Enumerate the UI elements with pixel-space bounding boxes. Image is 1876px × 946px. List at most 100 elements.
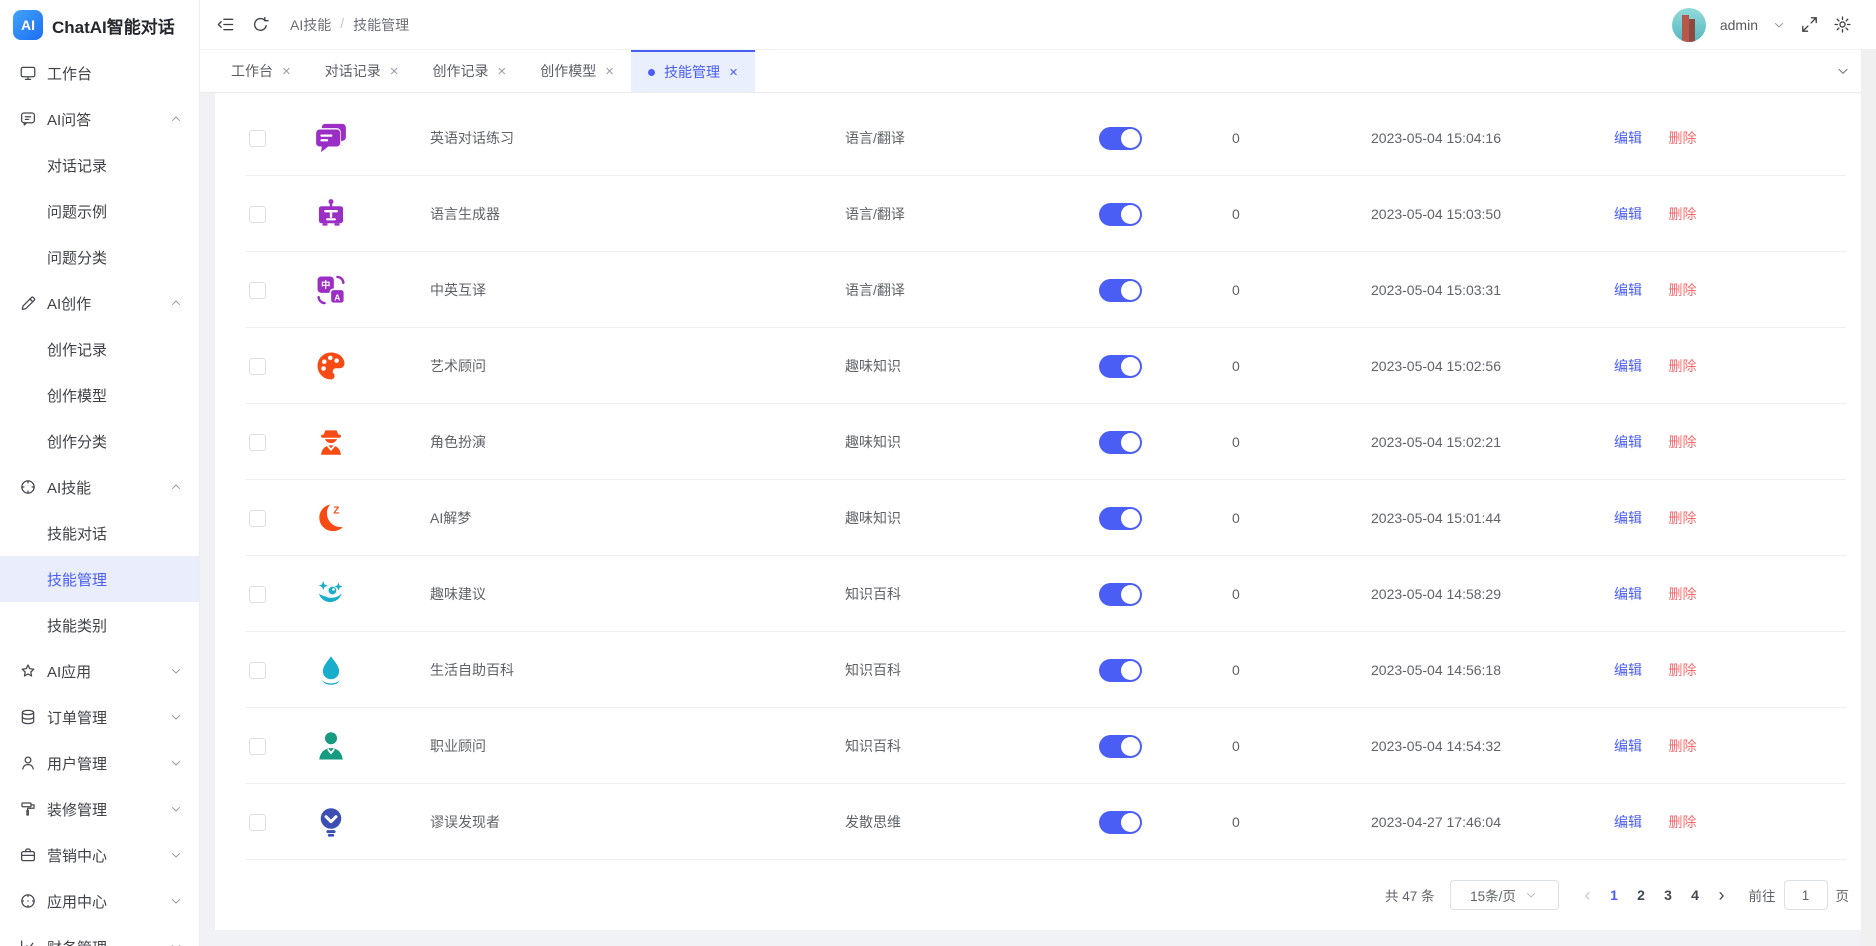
delete-link[interactable]: 删除 <box>1668 130 1696 146</box>
status-toggle[interactable] <box>1099 811 1142 834</box>
status-toggle[interactable] <box>1099 203 1142 226</box>
tab[interactable]: 创作模型 × <box>523 50 631 92</box>
prev-page-button[interactable]: ‹ <box>1575 886 1601 904</box>
sidebar-item[interactable]: 问题示例 <box>0 188 199 234</box>
row-checkbox[interactable] <box>249 282 266 299</box>
sidebar-item[interactable]: 应用中心 <box>0 878 199 924</box>
delete-link[interactable]: 删除 <box>1668 358 1696 374</box>
page-jump-input[interactable] <box>1784 880 1828 910</box>
tab-label: 工作台 <box>231 61 273 81</box>
status-toggle[interactable] <box>1099 431 1142 454</box>
moon-z-icon: Z <box>314 501 348 535</box>
delete-link[interactable]: 删除 <box>1668 586 1696 602</box>
row-checkbox[interactable] <box>249 206 266 223</box>
page-size-select[interactable]: 15条/页 <box>1450 880 1559 910</box>
row-checkbox[interactable] <box>249 434 266 451</box>
sidebar-nav: 工作台 AI问答 对话记录 问题示例 <box>0 50 199 946</box>
page-number[interactable]: 4 <box>1682 887 1709 903</box>
sidebar-item[interactable]: 技能对话 <box>0 510 199 556</box>
page-number[interactable]: 2 <box>1628 887 1655 903</box>
edit-link[interactable]: 编辑 <box>1614 738 1642 754</box>
tab-close-icon[interactable]: × <box>729 65 738 80</box>
edit-link[interactable]: 编辑 <box>1614 434 1642 450</box>
row-checkbox[interactable] <box>249 358 266 375</box>
delete-link[interactable]: 删除 <box>1668 510 1696 526</box>
status-toggle[interactable] <box>1099 279 1142 302</box>
refresh-icon[interactable] <box>251 15 270 34</box>
tab-close-icon[interactable]: × <box>498 64 507 79</box>
main-area: AI技能 / 技能管理 admin 工作台 × <box>200 0 1876 946</box>
consultant-icon <box>314 729 348 763</box>
sidebar-item[interactable]: 创作分类 <box>0 418 199 464</box>
status-toggle[interactable] <box>1099 583 1142 606</box>
tab[interactable]: 对话记录 × <box>308 50 416 92</box>
sidebar-item[interactable]: 装修管理 <box>0 786 199 832</box>
edit-link[interactable]: 编辑 <box>1614 510 1642 526</box>
user-person-icon <box>19 754 37 772</box>
sidebar-item[interactable]: AI问答 <box>0 96 199 142</box>
edit-link[interactable]: 编辑 <box>1614 586 1642 602</box>
row-checkbox[interactable] <box>249 586 266 603</box>
icon_chevron_down-icon[interactable] <box>1772 18 1786 32</box>
status-toggle[interactable] <box>1099 507 1142 530</box>
gear-icon[interactable] <box>1833 15 1852 34</box>
sidebar-item[interactable]: AI应用 <box>0 648 199 694</box>
status-toggle[interactable] <box>1099 355 1142 378</box>
skill-name: 中英互译 <box>430 280 845 300</box>
username[interactable]: admin <box>1720 17 1758 33</box>
tab-close-icon[interactable]: × <box>282 64 291 79</box>
status-toggle[interactable] <box>1099 735 1142 758</box>
edit-link[interactable]: 编辑 <box>1614 358 1642 374</box>
page-number[interactable]: 3 <box>1655 887 1682 903</box>
page-numbers: 1 2 3 4 <box>1601 887 1709 903</box>
row-checkbox[interactable] <box>249 510 266 527</box>
tab[interactable]: 创作记录 × <box>416 50 524 92</box>
skill-name: AI解梦 <box>430 508 845 528</box>
fullscreen-icon[interactable] <box>1800 15 1819 34</box>
avatar[interactable] <box>1672 8 1706 42</box>
edit-link[interactable]: 编辑 <box>1614 814 1642 830</box>
next-page-button[interactable]: › <box>1709 886 1735 904</box>
row-checkbox[interactable] <box>249 662 266 679</box>
delete-link[interactable]: 删除 <box>1668 662 1696 678</box>
sidebar-item[interactable]: 对话记录 <box>0 142 199 188</box>
sidebar-item[interactable]: 技能管理 <box>0 556 199 602</box>
page-number[interactable]: 1 <box>1601 887 1628 903</box>
sidebar-item[interactable]: 财务管理 <box>0 924 199 946</box>
sidebar-item[interactable]: 营销中心 <box>0 832 199 878</box>
pagination-bar: 共 47 条 15条/页 ‹ 1 2 3 <box>215 860 1861 930</box>
status-toggle[interactable] <box>1099 659 1142 682</box>
scrollbar[interactable] <box>1861 50 1876 946</box>
sidebar-item-label: 财务管理 <box>47 937 169 946</box>
skill-name: 艺术顾问 <box>430 356 845 376</box>
breadcrumb-section[interactable]: AI技能 <box>290 15 331 35</box>
sidebar-item[interactable]: AI创作 <box>0 280 199 326</box>
edit-link[interactable]: 编辑 <box>1614 662 1642 678</box>
delete-link[interactable]: 删除 <box>1668 738 1696 754</box>
sidebar-item[interactable]: 技能类别 <box>0 602 199 648</box>
status-toggle[interactable] <box>1099 127 1142 150</box>
row-checkbox[interactable] <box>249 738 266 755</box>
sidebar-item[interactable]: 问题分类 <box>0 234 199 280</box>
sidebar-item[interactable]: AI技能 <box>0 464 199 510</box>
delete-link[interactable]: 删除 <box>1668 814 1696 830</box>
edit-link[interactable]: 编辑 <box>1614 130 1642 146</box>
tab[interactable]: 技能管理 × <box>631 50 755 92</box>
sidebar-item[interactable]: 用户管理 <box>0 740 199 786</box>
tab-close-icon[interactable]: × <box>605 64 614 79</box>
sidebar-item[interactable]: 创作模型 <box>0 372 199 418</box>
icon_chevron_down-icon[interactable] <box>1828 50 1858 92</box>
row-checkbox[interactable] <box>249 130 266 147</box>
edit-link[interactable]: 编辑 <box>1614 282 1642 298</box>
tab-close-icon[interactable]: × <box>390 64 399 79</box>
sidebar-item[interactable]: 工作台 <box>0 50 199 96</box>
delete-link[interactable]: 删除 <box>1668 434 1696 450</box>
fold-sidebar-icon[interactable] <box>216 15 235 34</box>
sidebar-item[interactable]: 订单管理 <box>0 694 199 740</box>
delete-link[interactable]: 删除 <box>1668 282 1696 298</box>
edit-link[interactable]: 编辑 <box>1614 206 1642 222</box>
tab[interactable]: 工作台 × <box>214 50 308 92</box>
delete-link[interactable]: 删除 <box>1668 206 1696 222</box>
row-checkbox[interactable] <box>249 814 266 831</box>
sidebar-item[interactable]: 创作记录 <box>0 326 199 372</box>
